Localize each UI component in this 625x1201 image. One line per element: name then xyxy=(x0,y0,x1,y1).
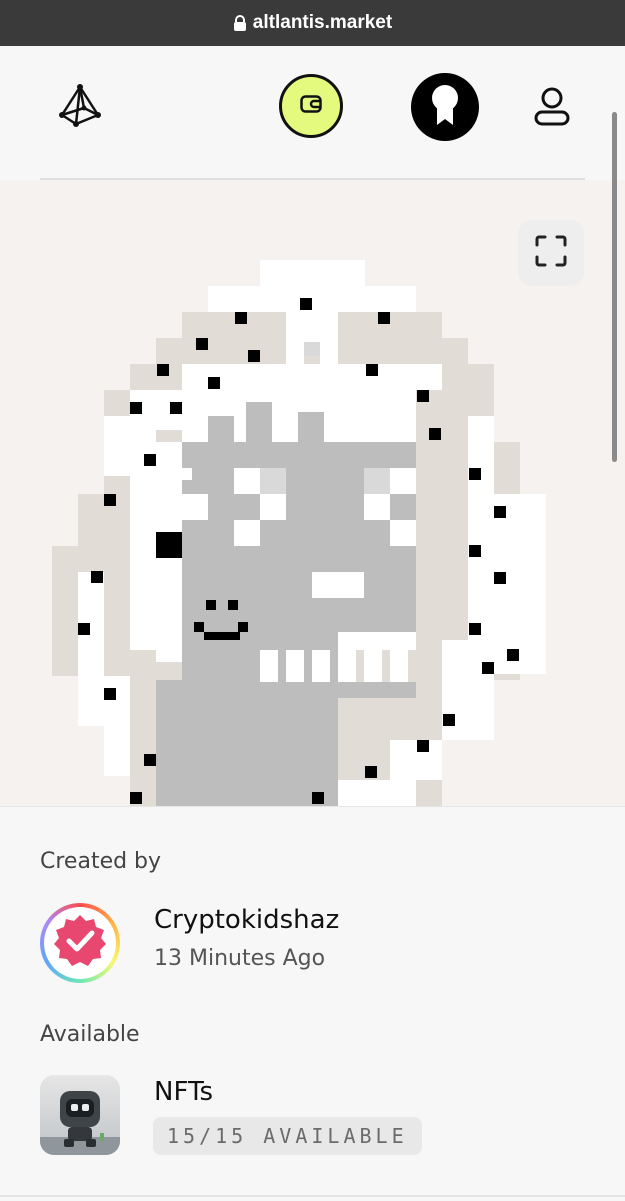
nft-artwork[interactable] xyxy=(0,180,625,806)
fullscreen-icon xyxy=(535,235,567,271)
url-text: altlantis.market xyxy=(252,12,393,33)
nft-title: NFTs xyxy=(154,1077,214,1107)
available-label: Available xyxy=(40,1022,140,1047)
lock-icon xyxy=(233,14,247,32)
panel-bottom-divider xyxy=(0,1195,625,1197)
created-by-label: Created by xyxy=(40,849,162,874)
creator-name[interactable]: Cryptokidshaz xyxy=(154,905,339,935)
nft-thumbnail[interactable] xyxy=(40,1075,120,1155)
pyramid-logo-icon[interactable] xyxy=(56,82,104,130)
details-panel: Created by Cryptokidshaz 13 Minutes Ago … xyxy=(0,806,625,1201)
verified-badge-icon xyxy=(51,912,109,974)
creator-avatar[interactable] xyxy=(40,903,120,983)
wallet-icon xyxy=(300,95,322,117)
app-header xyxy=(0,46,625,180)
page-scrollbar[interactable] xyxy=(612,112,617,462)
created-time: 13 Minutes Ago xyxy=(154,946,326,971)
availability-badge: 15/15 AVAILABLE xyxy=(153,1117,422,1155)
fullscreen-button[interactable] xyxy=(518,220,584,286)
wallet-button[interactable] xyxy=(279,74,343,138)
award-button[interactable] xyxy=(411,73,479,141)
user-icon[interactable] xyxy=(530,84,574,128)
browser-url-bar[interactable]: altlantis.market xyxy=(0,0,625,46)
award-icon xyxy=(428,83,462,131)
